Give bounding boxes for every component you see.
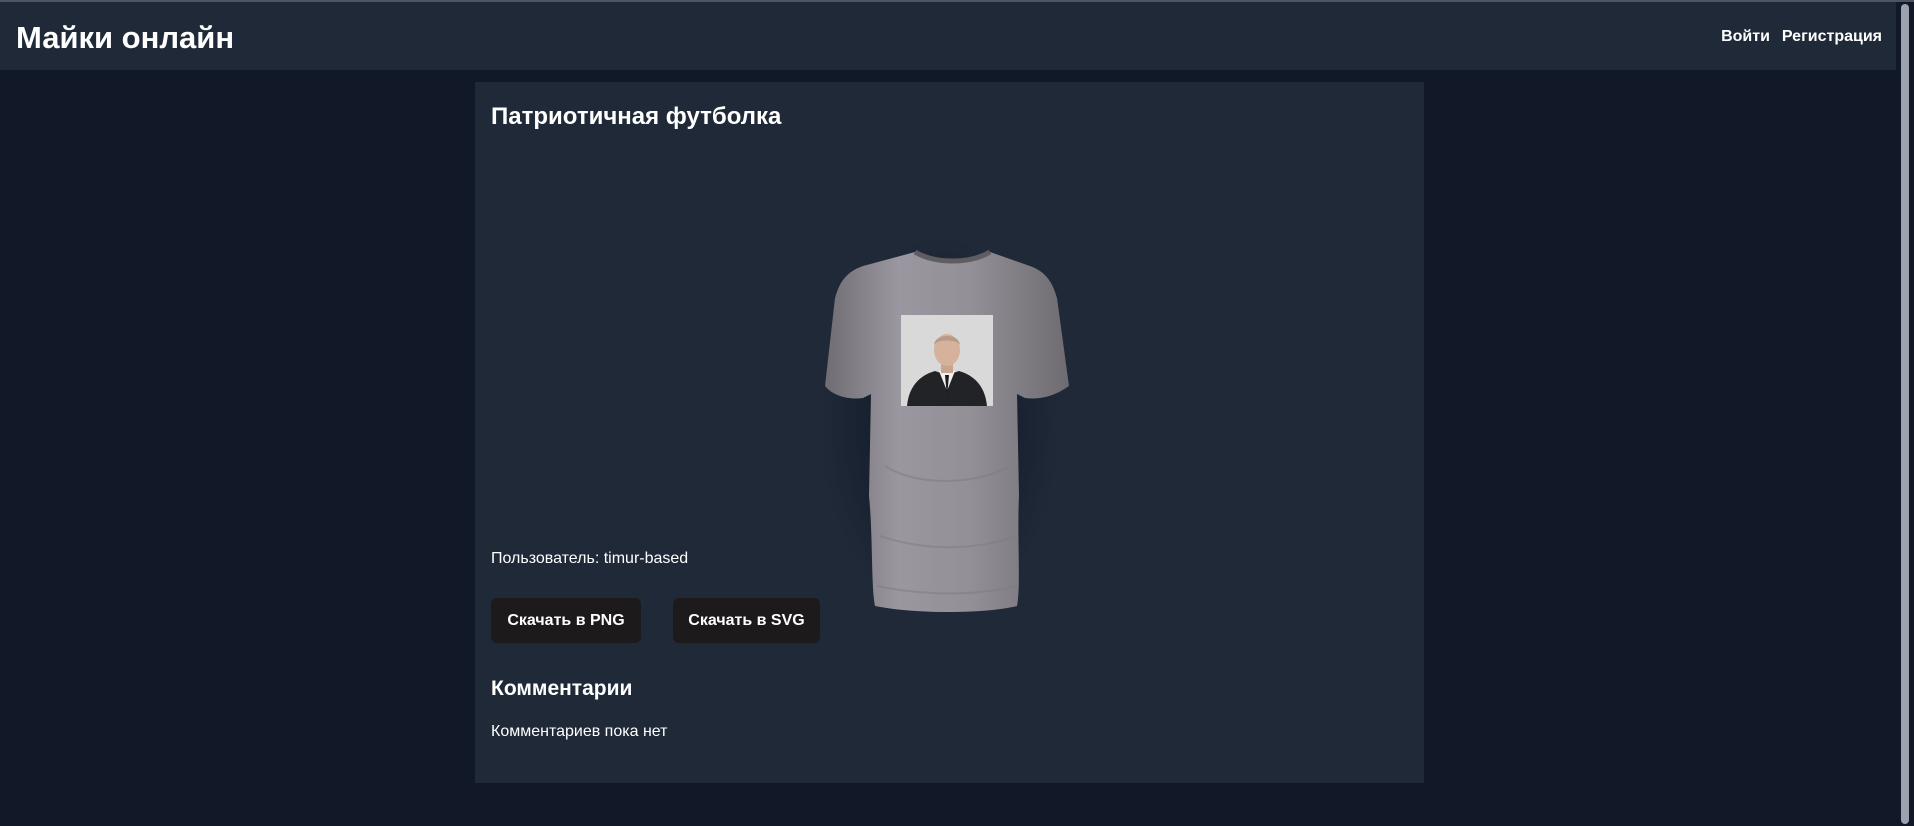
tshirt-preview-image <box>785 166 1115 616</box>
product-card: Патриотичная футболка Пользователь: timu… <box>475 82 1424 783</box>
page-scrollbar[interactable] <box>1896 2 1914 826</box>
auth-nav: Войти Регистрация <box>1721 27 1882 47</box>
register-link[interactable]: Регистрация <box>1782 27 1882 47</box>
download-png-button[interactable]: Скачать в PNG <box>491 598 641 643</box>
login-link[interactable]: Войти <box>1721 27 1770 47</box>
top-navbar: Майки онлайн Войти Регистрация <box>0 2 1896 70</box>
author-line: Пользователь: timur-based <box>491 550 689 567</box>
product-title: Патриотичная футболка <box>491 103 782 130</box>
comments-heading: Комментарии <box>491 677 633 700</box>
scrollbar-thumb[interactable] <box>1901 4 1909 824</box>
shirt-print-portrait <box>901 315 993 406</box>
site-logo[interactable]: Майки онлайн <box>16 20 234 56</box>
download-svg-button[interactable]: Скачать в SVG <box>673 598 820 643</box>
comments-empty-message: Комментариев пока нет <box>491 723 668 740</box>
